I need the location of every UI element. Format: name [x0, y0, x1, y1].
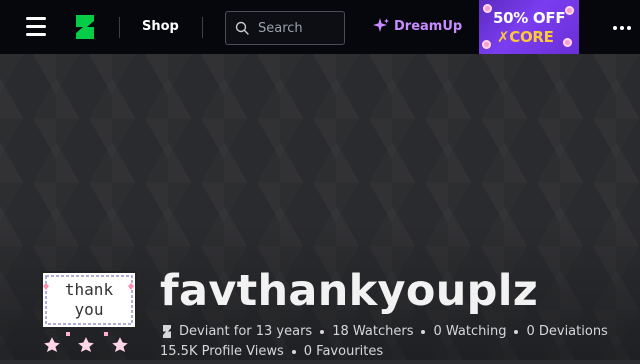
search-box[interactable] — [225, 11, 345, 45]
search-input[interactable] — [258, 19, 342, 37]
promo-discount-text: 50% OFF — [493, 9, 566, 27]
flower-decoration — [483, 4, 492, 13]
separator-dot — [421, 329, 426, 334]
watching-link[interactable]: 0 Watching — [433, 324, 506, 339]
menu-icon[interactable] — [26, 17, 46, 36]
top-navigation-bar: Shop DreamUp 50% OFF ✗CORE — [0, 0, 640, 54]
separator-dot — [514, 329, 519, 334]
promo-banner-ad[interactable]: 50% OFF ✗CORE — [479, 0, 579, 54]
dreamup-link[interactable]: DreamUp — [372, 17, 462, 35]
separator-dot — [291, 349, 296, 354]
profile-username: favthankyouplz — [160, 266, 539, 316]
profile-stats-row-2: 15.5K Profile Views 0 Favourites — [160, 344, 383, 359]
divider — [202, 17, 203, 38]
avatar-text-line2: you — [75, 300, 104, 319]
search-icon — [235, 21, 249, 35]
deviations-link[interactable]: 0 Deviations — [526, 324, 607, 339]
flower-decoration — [563, 38, 572, 47]
avatar-text-line1: thank — [65, 280, 114, 299]
deviant-since-text: Deviant for 13 years — [179, 324, 313, 339]
watchers-link[interactable]: 18 Watchers — [332, 324, 413, 339]
dreamup-label: DreamUp — [394, 18, 463, 34]
divider — [119, 17, 120, 38]
flower-decoration — [482, 40, 491, 49]
profile-views-text: 15.5K Profile Views — [160, 344, 284, 359]
shop-link[interactable]: Shop — [142, 19, 179, 34]
favourites-link[interactable]: 0 Favourites — [304, 344, 383, 359]
sparkle-icon — [373, 18, 389, 32]
deviantart-logo-icon[interactable] — [72, 13, 96, 41]
deviantart-logo-icon — [163, 325, 171, 338]
thank-you-pixel-avatar: thank you — [41, 271, 137, 354]
user-avatar[interactable]: thank you — [40, 270, 140, 360]
more-icon[interactable] — [613, 26, 631, 30]
star-decoration — [41, 332, 131, 354]
profile-stats-row-1: Deviant for 13 years 18 Watchers 0 Watch… — [162, 324, 608, 339]
separator-dot — [320, 329, 325, 334]
promo-brand-text: ✗CORE — [497, 28, 554, 46]
flower-decoration — [565, 6, 574, 15]
